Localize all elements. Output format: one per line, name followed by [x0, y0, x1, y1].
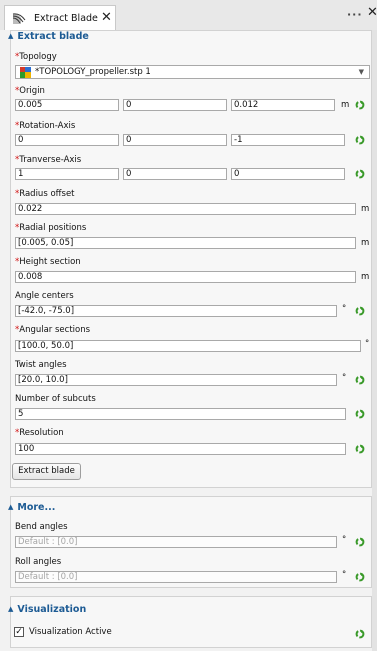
angle-centers-unit: °	[342, 304, 347, 314]
tranverse-axis-y-field[interactable]: 0	[123, 168, 227, 180]
rotation-axis-z-field[interactable]: -1	[231, 134, 345, 146]
reset-icon[interactable]	[355, 375, 365, 385]
blade-icon	[12, 13, 26, 24]
rotation-axis-label: *Rotation-Axis	[15, 121, 76, 131]
origin-z-field[interactable]: 0.012	[231, 99, 335, 111]
visualization-section-title[interactable]: ▲ Visualization	[8, 604, 86, 615]
twist-angles-unit: °	[342, 373, 347, 383]
roll-angles-label: Roll angles	[15, 557, 62, 567]
angular-sections-unit: °	[365, 339, 370, 349]
resolution-label: *Resolution	[15, 428, 64, 438]
origin-unit: m	[341, 100, 350, 110]
reset-icon[interactable]	[355, 135, 365, 145]
bend-angles-field[interactable]: Default : [0.0]	[15, 536, 337, 548]
more-section-title[interactable]: ▲ More...	[8, 502, 55, 513]
topology-value: *TOPOLOGY_propeller.stp 1	[35, 67, 151, 77]
reset-icon[interactable]	[355, 100, 365, 110]
tab-bar: Extract Blade ✕ ··· ✕	[0, 0, 377, 30]
tranverse-axis-x-field[interactable]: 1	[15, 168, 119, 180]
reset-icon[interactable]	[355, 629, 365, 639]
resolution-field[interactable]: 100	[15, 443, 346, 455]
number-of-subcuts-label: Number of subcuts	[15, 394, 96, 404]
topology-icon	[20, 67, 31, 78]
radial-positions-unit: m	[361, 238, 370, 248]
reset-icon[interactable]	[355, 409, 365, 419]
chevron-down-icon: ▼	[358, 68, 364, 76]
origin-label: *Origin	[15, 86, 45, 96]
height-section-unit: m	[361, 272, 370, 282]
angle-centers-label: Angle centers	[15, 291, 74, 301]
angular-sections-field[interactable]: [100.0, 50.0]	[15, 340, 361, 352]
radius-offset-unit: m	[361, 204, 370, 214]
reset-icon[interactable]	[355, 444, 365, 454]
tranverse-axis-z-field[interactable]: 0	[231, 168, 345, 180]
height-section-label: *Height section	[15, 257, 81, 267]
reset-icon[interactable]	[355, 306, 365, 316]
bend-angles-unit: °	[342, 535, 347, 545]
origin-y-field[interactable]: 0	[123, 99, 227, 111]
radial-positions-field[interactable]: [0.005, 0.05]	[15, 237, 356, 249]
radial-positions-label: *Radial positions	[15, 223, 87, 233]
twist-angles-field[interactable]: [20.0, 10.0]	[15, 374, 337, 386]
radius-offset-field[interactable]: 0.022	[15, 203, 356, 215]
rotation-axis-y-field[interactable]: 0	[123, 134, 227, 146]
reset-icon[interactable]	[355, 537, 365, 547]
more-options-icon[interactable]: ···	[347, 8, 363, 21]
visualization-active-checkbox[interactable]: ✓	[14, 627, 24, 637]
bend-angles-label: Bend angles	[15, 522, 68, 532]
rotation-axis-x-field[interactable]: 0	[15, 134, 119, 146]
topology-label: *Topology	[15, 52, 57, 62]
angular-sections-label: *Angular sections	[15, 325, 91, 335]
radius-offset-label: *Radius offset	[15, 189, 75, 199]
window-close-icon[interactable]: ✕	[367, 5, 377, 20]
tab-title: Extract Blade	[34, 13, 98, 24]
roll-angles-unit: °	[342, 570, 347, 580]
collapse-caret-icon: ▲	[8, 32, 14, 40]
origin-x-field[interactable]: 0.005	[15, 99, 119, 111]
collapse-caret-icon: ▲	[8, 605, 14, 613]
extract-blade-section-title[interactable]: ▲ Extract blade	[8, 31, 89, 42]
tab-extract-blade[interactable]: Extract Blade ✕	[4, 5, 116, 30]
twist-angles-label: Twist angles	[15, 360, 67, 370]
roll-angles-field[interactable]: Default : [0.0]	[15, 571, 337, 583]
collapse-caret-icon: ▲	[8, 503, 14, 511]
scrollbar[interactable]	[372, 30, 377, 651]
extract-blade-button[interactable]: Extract blade	[12, 463, 81, 480]
number-of-subcuts-field[interactable]: 5	[15, 408, 346, 420]
reset-icon[interactable]	[355, 572, 365, 582]
height-section-field[interactable]: 0.008	[15, 271, 356, 283]
angle-centers-field[interactable]: [-42.0, -75.0]	[15, 305, 337, 317]
topology-select[interactable]: *TOPOLOGY_propeller.stp 1 ▼	[15, 65, 370, 79]
tab-close-icon[interactable]: ✕	[101, 10, 112, 25]
visualization-active-label: Visualization Active	[29, 627, 112, 637]
reset-icon[interactable]	[355, 169, 365, 179]
tranverse-axis-label: *Tranverse-Axis	[15, 155, 82, 165]
